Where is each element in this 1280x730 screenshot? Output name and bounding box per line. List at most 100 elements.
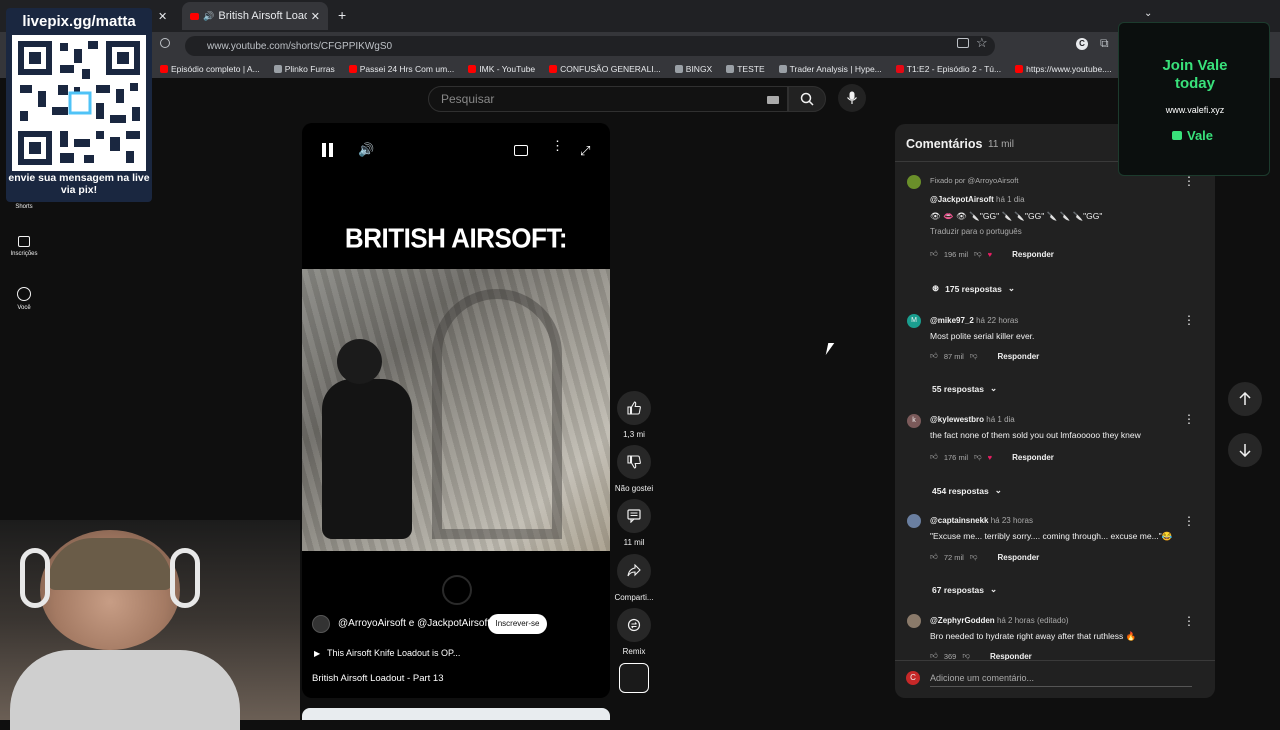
bookmark-item[interactable]: Passei 24 Hrs Com um... — [348, 64, 454, 74]
subscribe-button[interactable]: Inscrever-se — [488, 614, 547, 634]
avatar[interactable]: M — [907, 314, 921, 328]
thumbs-down-icon[interactable]: 👎︎ — [970, 351, 978, 361]
vale-line2: today — [1174, 75, 1215, 92]
tab-search-icon[interactable]: ⌄ — [1144, 8, 1152, 19]
share-icon — [627, 564, 641, 577]
extension-c-icon[interactable]: C — [1076, 38, 1088, 50]
view-replies-button[interactable]: 67 respostas ⌄ — [932, 584, 997, 595]
avatar[interactable] — [907, 175, 921, 189]
address-bar[interactable]: www.youtube.com/shorts/CFGPPIKWgS0 — [185, 36, 995, 56]
reply-button[interactable]: Responder — [1012, 453, 1054, 462]
dislike-label: Não gostei — [614, 484, 654, 493]
bookmark-label: Episódio completo | A... — [171, 64, 260, 74]
bookmark-item[interactable]: Trader Analysis | Hype... — [778, 64, 882, 74]
comment-author[interactable]: @captainsnekk há 23 horas — [930, 516, 1033, 525]
previous-short-button[interactable] — [1228, 382, 1262, 416]
bookmark-item[interactable]: Plinko Furras — [273, 64, 335, 74]
comment-author[interactable]: @ZephyrGodden há 2 horas (editado) — [930, 616, 1069, 625]
reply-button[interactable]: Responder — [997, 352, 1039, 361]
comment-author[interactable]: @kylewestbro há 1 dia — [930, 415, 1015, 424]
comment-text: "Excuse me... terribly sorry.... coming … — [930, 531, 1173, 541]
next-short-button[interactable] — [1228, 433, 1262, 467]
comment-menu-icon[interactable]: ⋮ — [1183, 412, 1195, 426]
bookmark-favicon-icon — [674, 65, 683, 73]
like-button[interactable] — [617, 391, 651, 425]
thumbs-up-icon[interactable]: 👍︎ — [930, 452, 938, 462]
pause-icon[interactable] — [322, 143, 334, 157]
share-button[interactable] — [617, 554, 651, 588]
linked-video-link[interactable]: This Airsoft Knife Loadout is OP... — [327, 648, 460, 658]
shorts-video-player[interactable]: 🔊 ⋮ ⤢ BRITISH AIRSOFT: @ArroyoAirsoft e … — [302, 123, 610, 698]
captions-icon[interactable] — [514, 145, 528, 156]
bookmark-item[interactable]: T1:E2 - Episódio 2 - Tú... — [895, 64, 1001, 74]
next-short-preview[interactable] — [302, 708, 610, 720]
sound-logo-icon[interactable] — [619, 663, 649, 693]
keyboard-icon[interactable] — [767, 96, 779, 104]
translate-link[interactable]: Traduzir para o português — [930, 227, 1022, 236]
like-count: 87 mil — [943, 351, 964, 361]
thumbs-up-icon[interactable]: 👍︎ — [930, 249, 938, 259]
install-app-icon[interactable] — [957, 38, 969, 48]
sidebar-item-label: Shorts — [15, 204, 33, 210]
search-input[interactable]: Pesquisar — [428, 86, 788, 112]
thumbs-down-icon[interactable]: 👎︎ — [970, 552, 978, 562]
close-tab-icon[interactable]: ✕ — [311, 10, 320, 23]
more-options-icon[interactable]: ⋮ — [551, 139, 564, 152]
comment-menu-icon[interactable]: ⋮ — [1183, 174, 1195, 188]
like-count: 176 mil — [943, 452, 969, 462]
comments-button[interactable] — [617, 499, 651, 533]
channel-names[interactable]: @ArroyoAirsoft e @JackpotAirsoft — [338, 618, 490, 629]
view-replies-button[interactable]: 55 respostas ⌄ — [932, 383, 997, 394]
bookmark-star-icon[interactable]: ☆ — [976, 35, 988, 51]
reply-button[interactable]: Responder — [1012, 250, 1054, 259]
search-placeholder: Pesquisar — [441, 92, 495, 106]
dislike-button[interactable] — [617, 445, 651, 479]
extensions-icon[interactable]: ⧉ — [1100, 36, 1109, 51]
bookmark-item[interactable]: https://www.youtube.... — [1015, 64, 1112, 74]
fullscreen-icon[interactable]: ⤢ — [580, 143, 590, 159]
channel-avatar[interactable] — [312, 615, 330, 633]
comment-menu-icon[interactable]: ⋮ — [1183, 614, 1195, 628]
thumbs-down-icon[interactable]: 👎︎ — [974, 452, 982, 462]
comment-author[interactable]: @mike97_2 há 22 horas — [930, 316, 1018, 325]
active-tab[interactable]: 🔊 British Airsoft Loadout - Pa ✕ — [182, 2, 328, 30]
comment-actions: 👍︎ 196 mil 👎︎ ♥ Responder — [930, 249, 1054, 259]
comment-author[interactable]: @JackpotAirsoft há 1 dia — [930, 195, 1025, 204]
search-button[interactable] — [788, 86, 826, 112]
comment-menu-icon[interactable]: ⋮ — [1183, 313, 1195, 327]
close-tab-icon[interactable]: ✕ — [150, 2, 175, 30]
remix-button[interactable] — [617, 608, 651, 642]
livepix-message: envie sua mensagem na live via pix! — [8, 172, 150, 196]
thumbs-up-icon[interactable]: 👍︎ — [930, 552, 938, 562]
voice-search-button[interactable] — [838, 84, 866, 112]
comment-time: há 22 horas — [976, 316, 1019, 325]
thumbs-up-icon[interactable]: 👍︎ — [930, 351, 938, 361]
bookmark-favicon-icon — [1015, 65, 1024, 73]
bookmark-item[interactable]: Episódio completo | A... — [160, 64, 260, 74]
reply-button[interactable]: Responder — [997, 553, 1039, 562]
bookmark-item[interactable]: IMK - YouTube — [468, 64, 535, 74]
bookmark-item[interactable]: BINGX — [674, 64, 712, 74]
site-info-icon[interactable] — [160, 38, 170, 48]
bookmark-item[interactable]: TESTE — [726, 64, 765, 74]
thumbs-down-icon[interactable]: 👎︎ — [974, 249, 982, 259]
add-comment-input[interactable]: Adicione um comentário... — [930, 673, 1192, 687]
sidebar-item-shorts[interactable]: Shorts — [6, 204, 42, 210]
sidebar-item-you[interactable]: Você — [6, 287, 42, 311]
video-title: British Airsoft Loadout - Part 13 — [312, 673, 444, 684]
remix-label: Remix — [622, 647, 646, 656]
comment-menu-icon[interactable]: ⋮ — [1183, 514, 1195, 528]
avatar[interactable] — [907, 614, 921, 628]
view-replies-button[interactable]: 454 respostas ⌄ — [932, 485, 1002, 496]
avatar[interactable]: k — [907, 414, 921, 428]
avatar[interactable] — [907, 514, 921, 528]
comment-icon — [627, 509, 641, 523]
view-replies-button[interactable]: ⊛ 175 respostas ⌄ — [932, 283, 1015, 294]
sidebar-item-subscriptions[interactable]: Inscrições — [6, 236, 42, 257]
bookmark-item[interactable]: CONFUSÃO GENERALI... — [549, 64, 661, 74]
qr-code-image — [12, 35, 146, 171]
new-tab-button[interactable]: + — [338, 7, 346, 23]
arrow-up-icon — [1239, 392, 1251, 405]
volume-icon[interactable]: 🔊 — [358, 142, 374, 158]
comment-count: 11 mil — [623, 538, 645, 547]
